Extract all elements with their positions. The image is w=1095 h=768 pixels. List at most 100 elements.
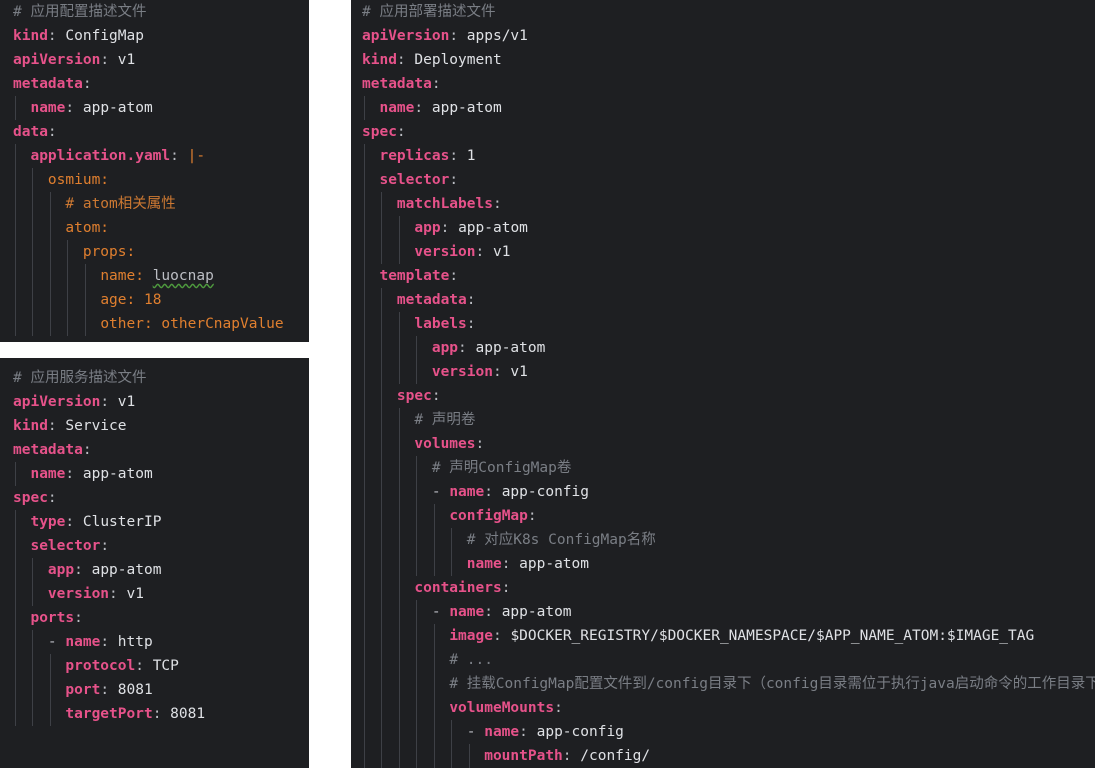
code-token: : xyxy=(47,490,57,506)
code-token: : xyxy=(431,76,441,92)
code-token: type xyxy=(30,514,66,530)
indent-guide xyxy=(84,312,86,336)
code-token: application.yaml xyxy=(30,148,171,164)
code-line: kind: ConfigMap xyxy=(0,24,309,48)
indent-guide xyxy=(398,360,400,384)
code-token: : xyxy=(554,700,563,716)
code-line: protocol: TCP xyxy=(0,654,309,678)
code-line: # atom相关属性 xyxy=(0,192,309,216)
code-token: http xyxy=(117,634,153,650)
code-token: : xyxy=(74,610,83,626)
code-token: : xyxy=(466,292,476,308)
indent-guide xyxy=(381,312,383,336)
indent-guide xyxy=(15,630,16,654)
code-line: - name: app-atom xyxy=(351,600,1095,624)
code-token: app-atom xyxy=(475,340,546,356)
indent-guide xyxy=(49,678,51,702)
deployment-yaml-panel: # 应用部署描述文件 apiVersion: apps/v1 kind: Deplo… xyxy=(351,0,1095,768)
code-line: - name: http xyxy=(0,630,309,654)
deployment-code-area[interactable]: # 应用部署描述文件 apiVersion: apps/v1 kind: Deplo… xyxy=(351,0,1095,768)
code-token: apiVersion xyxy=(13,394,101,410)
code-token: : xyxy=(396,124,406,140)
code-line: atom: xyxy=(0,216,309,240)
code-token: metadata xyxy=(396,292,467,308)
indent-guide xyxy=(364,360,365,384)
code-token: selector xyxy=(379,172,450,188)
code-token: : xyxy=(135,658,153,674)
indent-guide xyxy=(381,576,383,600)
code-token: template xyxy=(379,268,450,284)
code-token: : xyxy=(82,76,92,92)
indent-guide xyxy=(416,360,418,384)
code-line: metadata: xyxy=(0,438,309,462)
indent-guide xyxy=(364,696,365,720)
code-token: : xyxy=(109,586,127,602)
indent-guide xyxy=(32,312,34,336)
code-token: selector xyxy=(30,538,101,554)
indent-guide xyxy=(364,240,365,264)
code-token: : xyxy=(501,556,520,572)
code-token: apiVersion xyxy=(13,52,101,68)
indent-guide xyxy=(364,720,365,744)
indent-guide xyxy=(49,216,51,240)
indent-guide xyxy=(49,654,51,678)
code-token: metadata xyxy=(13,442,83,458)
indent-guide xyxy=(15,582,16,606)
code-token: : xyxy=(414,100,432,116)
code-token: : xyxy=(475,436,485,452)
configmap-code-area[interactable]: # 应用配置描述文件 kind: ConfigMap apiVersion: v1 m… xyxy=(0,0,309,342)
code-token: # 应用配置描述文件 xyxy=(13,4,147,20)
indent-guide xyxy=(15,144,16,168)
code-token: spec xyxy=(362,124,397,140)
code-token: : xyxy=(492,628,511,644)
code-line: metadata: xyxy=(351,288,1095,312)
indent-guide xyxy=(364,576,365,600)
code-token: : xyxy=(47,28,66,44)
code-token: app xyxy=(47,562,75,578)
code-line: # 对应K8s ConfigMap名称 xyxy=(351,528,1095,552)
indent-guide xyxy=(15,192,16,216)
code-token: luocnap xyxy=(152,268,214,284)
indent-guide xyxy=(381,504,383,528)
code-token: /config/ xyxy=(580,748,651,764)
service-code-area[interactable]: # 应用服务描述文件 apiVersion: v1 kind: Service met… xyxy=(0,358,309,768)
code-line: # 声明ConfigMap卷 xyxy=(351,456,1095,480)
code-line: name: luocnap xyxy=(0,264,309,288)
code-token: ports xyxy=(30,610,75,626)
code-line: app: app-atom xyxy=(0,558,309,582)
code-token: volumeMounts xyxy=(449,700,555,716)
indent-guide xyxy=(67,264,69,288)
configmap-yaml-panel: # 应用配置描述文件 kind: ConfigMap apiVersion: v1 m… xyxy=(0,0,309,342)
code-line: image: $DOCKER_REGISTRY/$DOCKER_NAMESPAC… xyxy=(351,624,1095,648)
indent-guide xyxy=(364,672,365,696)
indent-guide xyxy=(364,264,365,288)
indent-guide xyxy=(433,672,435,696)
indent-guide xyxy=(398,456,400,480)
indent-guide xyxy=(451,720,453,744)
code-line: mountPath: /config/ xyxy=(351,744,1095,768)
code-token: : xyxy=(47,124,57,140)
code-line: port: 8081 xyxy=(0,678,309,702)
code-token: age: 18 xyxy=(100,292,162,308)
code-token: labels xyxy=(414,316,467,332)
code-token: name: xyxy=(100,268,153,284)
indent-guide xyxy=(15,654,16,678)
indent-guide xyxy=(381,192,383,216)
indent-guide xyxy=(364,192,365,216)
indent-guide xyxy=(49,192,51,216)
code-token: : xyxy=(501,580,511,596)
code-token: $DOCKER_REGISTRY/$DOCKER_NAMESPACE/$APP_… xyxy=(510,628,1035,644)
code-line: apiVersion: v1 xyxy=(0,390,309,414)
indent-guide xyxy=(15,462,16,486)
indent-guide xyxy=(416,504,418,528)
indent-guide xyxy=(433,720,435,744)
indent-guide xyxy=(15,96,16,120)
indent-guide xyxy=(364,408,365,432)
code-line: # 应用部署描述文件 xyxy=(351,0,1095,24)
